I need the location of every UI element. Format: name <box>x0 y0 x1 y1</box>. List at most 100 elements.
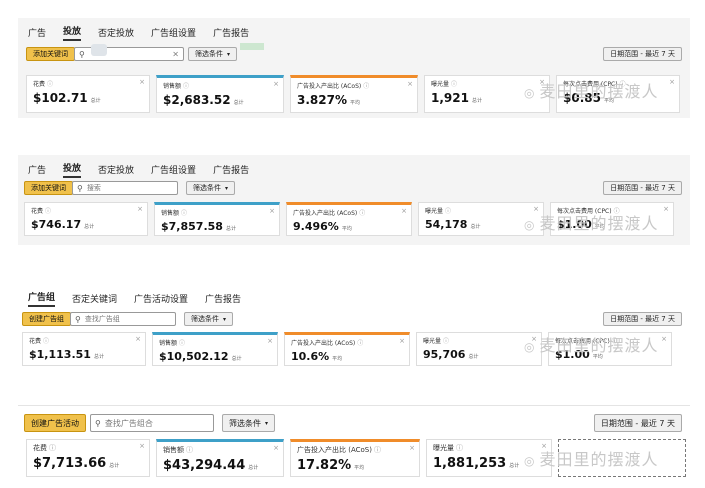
tab-ad-groups[interactable]: 广告组 <box>28 290 56 307</box>
close-icon[interactable]: × <box>273 80 279 88</box>
wechat-icon: ◎ <box>524 340 536 354</box>
metric-card-acos[interactable]: 广告投入产出比 (ACoS) ⓘ 10.6% 平均 × <box>284 332 410 366</box>
tab-ads[interactable]: 广告 <box>28 26 46 41</box>
metric-card-spend[interactable]: 花费 ⓘ $1,113.51 总计 × <box>22 332 146 366</box>
date-range-button[interactable]: 日期范围 - 最近 7 天 <box>603 312 682 326</box>
metric-card-spend[interactable]: 花费 ⓘ $746.17 总计 × <box>24 202 148 236</box>
info-icon: ⓘ <box>445 208 452 215</box>
filter-button-label: 筛选条件 <box>229 418 261 428</box>
filter-button[interactable]: 筛选条件 ▾ <box>222 414 276 432</box>
metric-unit: 总计 <box>109 463 120 469</box>
watermark: ◎ 麦田里的摆渡人 <box>524 446 659 470</box>
metric-value: $43,294.44 <box>163 458 246 473</box>
watermark-text: 麦田里的摆渡人 <box>539 336 659 355</box>
metric-card-spend[interactable]: 花费 ⓘ $7,713.66 总计 × <box>26 439 150 477</box>
metric-value: $2,683.52 <box>163 93 231 107</box>
create-ad-group-button[interactable]: 创建广告组 <box>22 312 71 326</box>
metric-label: 曝光量 <box>431 81 450 88</box>
close-icon[interactable]: × <box>401 207 407 215</box>
metric-value: 3.827% <box>297 93 347 107</box>
close-icon[interactable]: × <box>137 205 143 213</box>
date-range-button[interactable]: 日期范围 - 最近 7 天 <box>593 414 682 432</box>
date-range-button[interactable]: 日期范围 - 最近 7 天 <box>603 47 682 61</box>
search-icon: ⚲ <box>75 314 81 324</box>
create-campaign-button[interactable]: 创建广告活动 <box>24 414 86 432</box>
metric-unit: 平均 <box>332 356 343 362</box>
metric-unit: 总计 <box>225 226 236 232</box>
close-icon[interactable]: × <box>399 337 405 345</box>
clear-icon[interactable]: × <box>172 50 179 59</box>
info-icon: ⓘ <box>373 446 381 454</box>
metric-value: $7,713.66 <box>33 456 107 471</box>
metric-card-acos[interactable]: 广告投入产出比 (ACoS) ⓘ 17.82% 平均 × <box>290 439 420 477</box>
metric-label: 销售额 <box>161 210 180 217</box>
filter-button[interactable]: 筛选条件 ▾ <box>188 47 238 61</box>
close-icon[interactable]: × <box>139 78 145 86</box>
tab-targeting[interactable]: 投放 <box>63 161 82 178</box>
watermark: ◎ 麦田里的摆渡人 <box>524 78 659 102</box>
metric-value: 1,881,253 <box>433 456 507 471</box>
search-input[interactable]: ⚲ 查找广告组合 <box>90 414 214 432</box>
wechat-icon: ◎ <box>524 86 536 100</box>
close-icon[interactable]: × <box>267 337 273 345</box>
close-icon[interactable]: × <box>273 444 279 452</box>
add-keyword-button[interactable]: 添加关键词 <box>26 47 75 61</box>
tab-negative-targeting[interactable]: 否定投放 <box>98 26 134 41</box>
metric-label: 销售额 <box>163 446 184 454</box>
wechat-icon: ◎ <box>524 454 536 468</box>
metric-value: 17.82% <box>297 458 352 473</box>
wechat-icon: ◎ <box>524 218 536 232</box>
info-icon: ⓘ <box>357 340 364 347</box>
close-icon[interactable]: × <box>135 335 141 343</box>
tab-ad-group-settings[interactable]: 广告组设置 <box>151 163 196 178</box>
search-icon: ⚲ <box>95 418 101 428</box>
metric-unit: 平均 <box>341 226 352 232</box>
tab-bar: 广告 投放 否定投放 广告组设置 广告报告 <box>28 161 266 178</box>
metric-unit: 平均 <box>354 465 365 471</box>
tab-bar: 广告组 否定关键词 广告活动设置 广告报告 <box>28 290 258 307</box>
metric-card-sales[interactable]: 销售额 ⓘ $10,502.12 总计 × <box>152 332 278 366</box>
metric-label: 广告投入产出比 (ACoS) <box>291 340 356 347</box>
metric-card-sales[interactable]: 销售额 ⓘ $2,683.52 总计 × <box>156 75 284 113</box>
watermark-text: 麦田里的摆渡人 <box>539 450 659 469</box>
close-icon[interactable]: × <box>669 78 675 86</box>
panel-targeting-1: 广告 投放 否定投放 广告组设置 广告报告 添加关键词 ⚲ × 筛选条件 ▾ 日期… <box>18 18 690 118</box>
filter-button[interactable]: 筛选条件 ▾ <box>186 181 236 195</box>
metric-unit: 总计 <box>471 98 482 104</box>
close-icon[interactable]: × <box>663 205 669 213</box>
metric-card-spend[interactable]: 花费 ⓘ $102.71 总计 × <box>26 75 150 113</box>
tab-ad-report[interactable]: 广告报告 <box>213 163 249 178</box>
tab-negative-keywords[interactable]: 否定关键词 <box>72 292 117 307</box>
watermark: ◎ 麦田里的摆渡人 <box>524 332 659 356</box>
metric-card-acos[interactable]: 广告投入产出比 (ACoS) ⓘ 3.827% 平均 × <box>290 75 418 113</box>
tab-targeting[interactable]: 投放 <box>63 24 82 41</box>
watermark-text: 麦田里的摆渡人 <box>539 214 659 233</box>
add-keyword-button[interactable]: 添加关键词 <box>24 181 73 195</box>
metric-card-sales[interactable]: 销售额 ⓘ $43,294.44 总计 × <box>156 439 284 477</box>
metric-label: 花费 <box>29 338 42 345</box>
tab-ad-report[interactable]: 广告报告 <box>213 26 249 41</box>
tab-ad-group-settings[interactable]: 广告组设置 <box>151 26 196 41</box>
tab-ads[interactable]: 广告 <box>28 163 46 178</box>
metric-value: $102.71 <box>33 91 88 105</box>
info-icon: ⓘ <box>49 444 56 452</box>
info-icon: ⓘ <box>181 210 188 217</box>
tab-campaign-settings[interactable]: 广告活动设置 <box>134 292 188 307</box>
metric-card-sales[interactable]: 销售额 ⓘ $7,857.58 总计 × <box>154 202 280 236</box>
metric-label: 曝光量 <box>433 444 454 452</box>
tab-ad-report[interactable]: 广告报告 <box>205 292 241 307</box>
close-icon[interactable]: × <box>409 444 415 452</box>
metric-card-acos[interactable]: 广告投入产出比 (ACoS) ⓘ 9.496% 平均 × <box>286 202 412 236</box>
tab-bar: 广告 投放 否定投放 广告组设置 广告报告 <box>28 24 266 41</box>
close-icon[interactable]: × <box>661 335 667 343</box>
date-range-button[interactable]: 日期范围 - 最近 7 天 <box>603 181 682 195</box>
filter-button[interactable]: 筛选条件 ▾ <box>184 312 234 326</box>
search-input[interactable]: ⚲ 搜索 <box>72 181 178 195</box>
metric-label: 广告投入产出比 (ACoS) <box>297 446 372 454</box>
search-input[interactable]: ⚲ 查找广告组 <box>70 312 176 326</box>
tab-negative-targeting[interactable]: 否定投放 <box>98 163 134 178</box>
search-placeholder: 查找广告组 <box>84 315 120 323</box>
close-icon[interactable]: × <box>269 207 275 215</box>
close-icon[interactable]: × <box>139 442 145 450</box>
close-icon[interactable]: × <box>407 80 413 88</box>
